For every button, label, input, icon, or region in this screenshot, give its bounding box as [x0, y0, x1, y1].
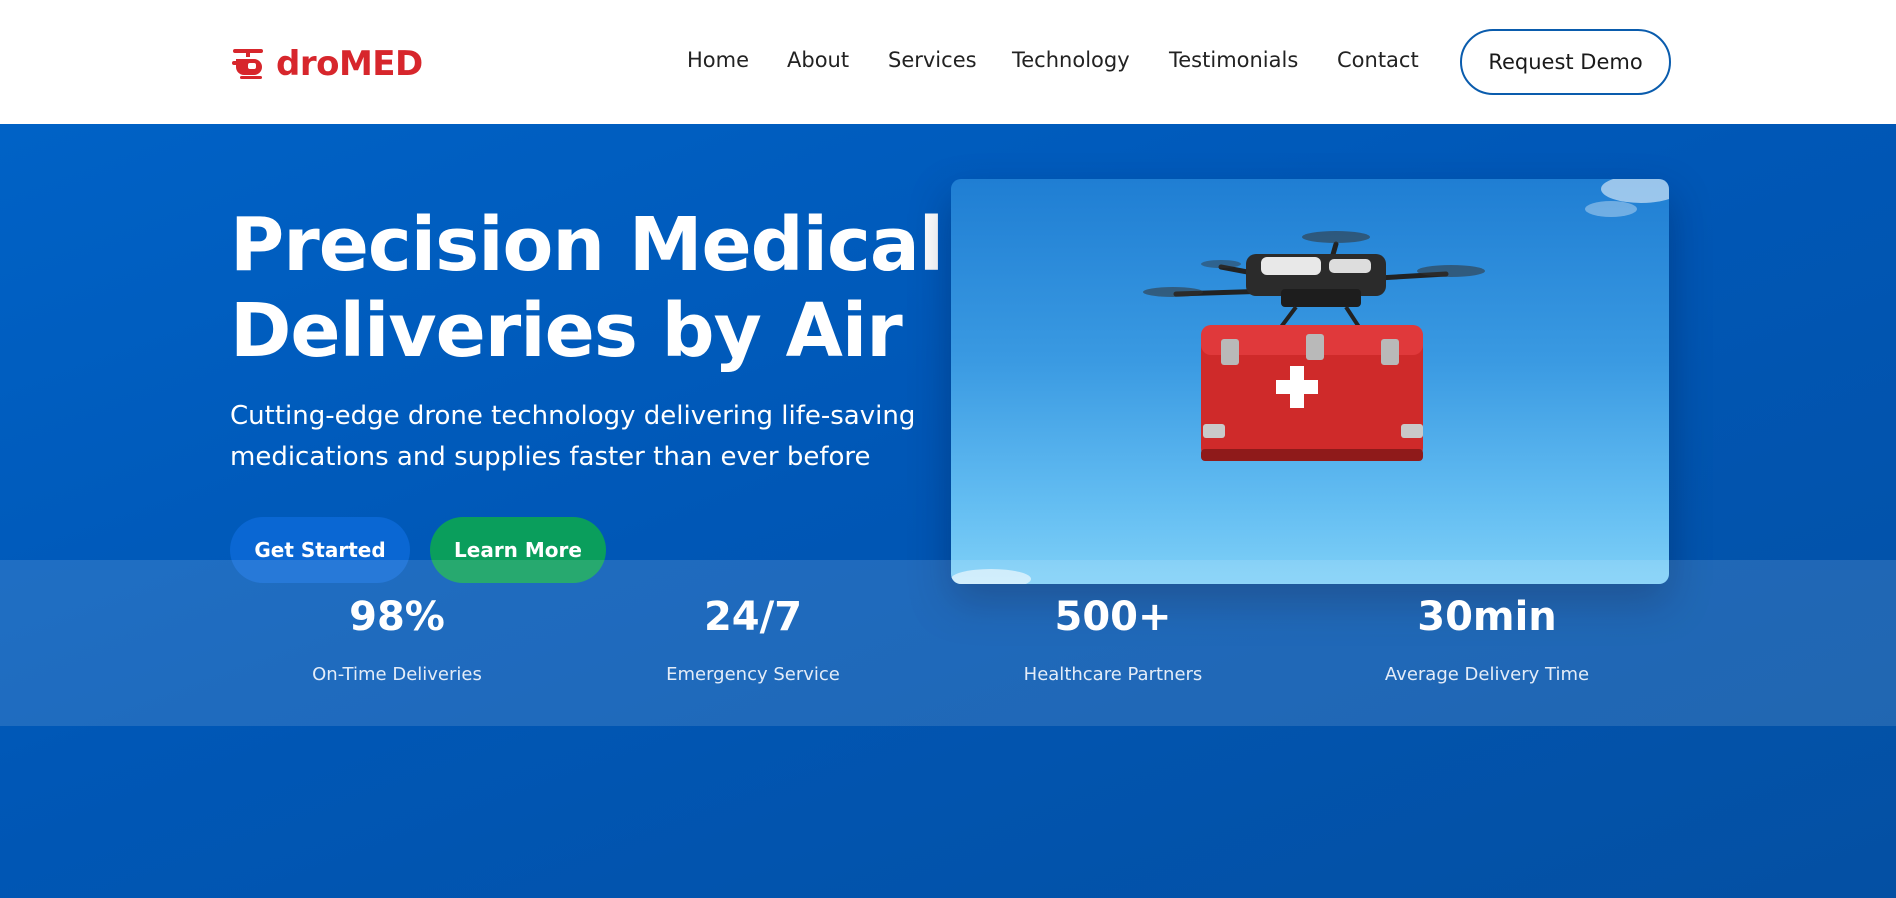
stat-label: Emergency Service: [666, 664, 840, 685]
hero-subtitle-line1: Cutting-edge drone technology delivering…: [230, 401, 916, 431]
hero-title-line2: Deliveries by Air: [230, 288, 903, 374]
stat-label: Healthcare Partners: [1023, 664, 1203, 685]
site-header: droMED Home About Services Technology Te…: [0, 0, 1896, 124]
drone-delivery-image: [951, 179, 1669, 584]
hero-title: Precision Medical Deliveries by Air: [230, 202, 950, 374]
stat-value: 500+: [1054, 594, 1172, 640]
nav-about[interactable]: About: [787, 48, 849, 72]
hero-section: Precision Medical Deliveries by Air Cutt…: [0, 124, 1896, 898]
nav-testimonials[interactable]: Testimonials: [1169, 48, 1298, 72]
stat-value: 30min: [1417, 594, 1557, 640]
stat-on-time: 98% On-Time Deliveries: [247, 560, 547, 726]
drone-illustration: [951, 179, 1669, 584]
hero-title-line1: Precision Medical: [230, 202, 944, 288]
request-demo-button[interactable]: Request Demo: [1460, 29, 1671, 95]
nav-services[interactable]: Services: [888, 48, 977, 72]
stat-value: 24/7: [703, 594, 803, 640]
stats-bar: 98% On-Time Deliveries 24/7 Emergency Se…: [0, 560, 1896, 726]
stat-emergency: 24/7 Emergency Service: [603, 560, 903, 726]
stat-label: Average Delivery Time: [1384, 664, 1590, 685]
stat-partners: 500+ Healthcare Partners: [963, 560, 1263, 726]
stat-value: 98%: [349, 594, 445, 640]
hero-subtitle-line2: medications and supplies faster than eve…: [230, 442, 871, 472]
nav-technology[interactable]: Technology: [1012, 48, 1130, 72]
nav-home[interactable]: Home: [687, 48, 749, 72]
stat-delivery-time: 30min Average Delivery Time: [1337, 560, 1637, 726]
stat-label: On-Time Deliveries: [312, 664, 482, 685]
hero-subtitle: Cutting-edge drone technology delivering…: [230, 396, 950, 478]
nav-contact[interactable]: Contact: [1337, 48, 1419, 72]
medical-box: [1201, 325, 1423, 461]
